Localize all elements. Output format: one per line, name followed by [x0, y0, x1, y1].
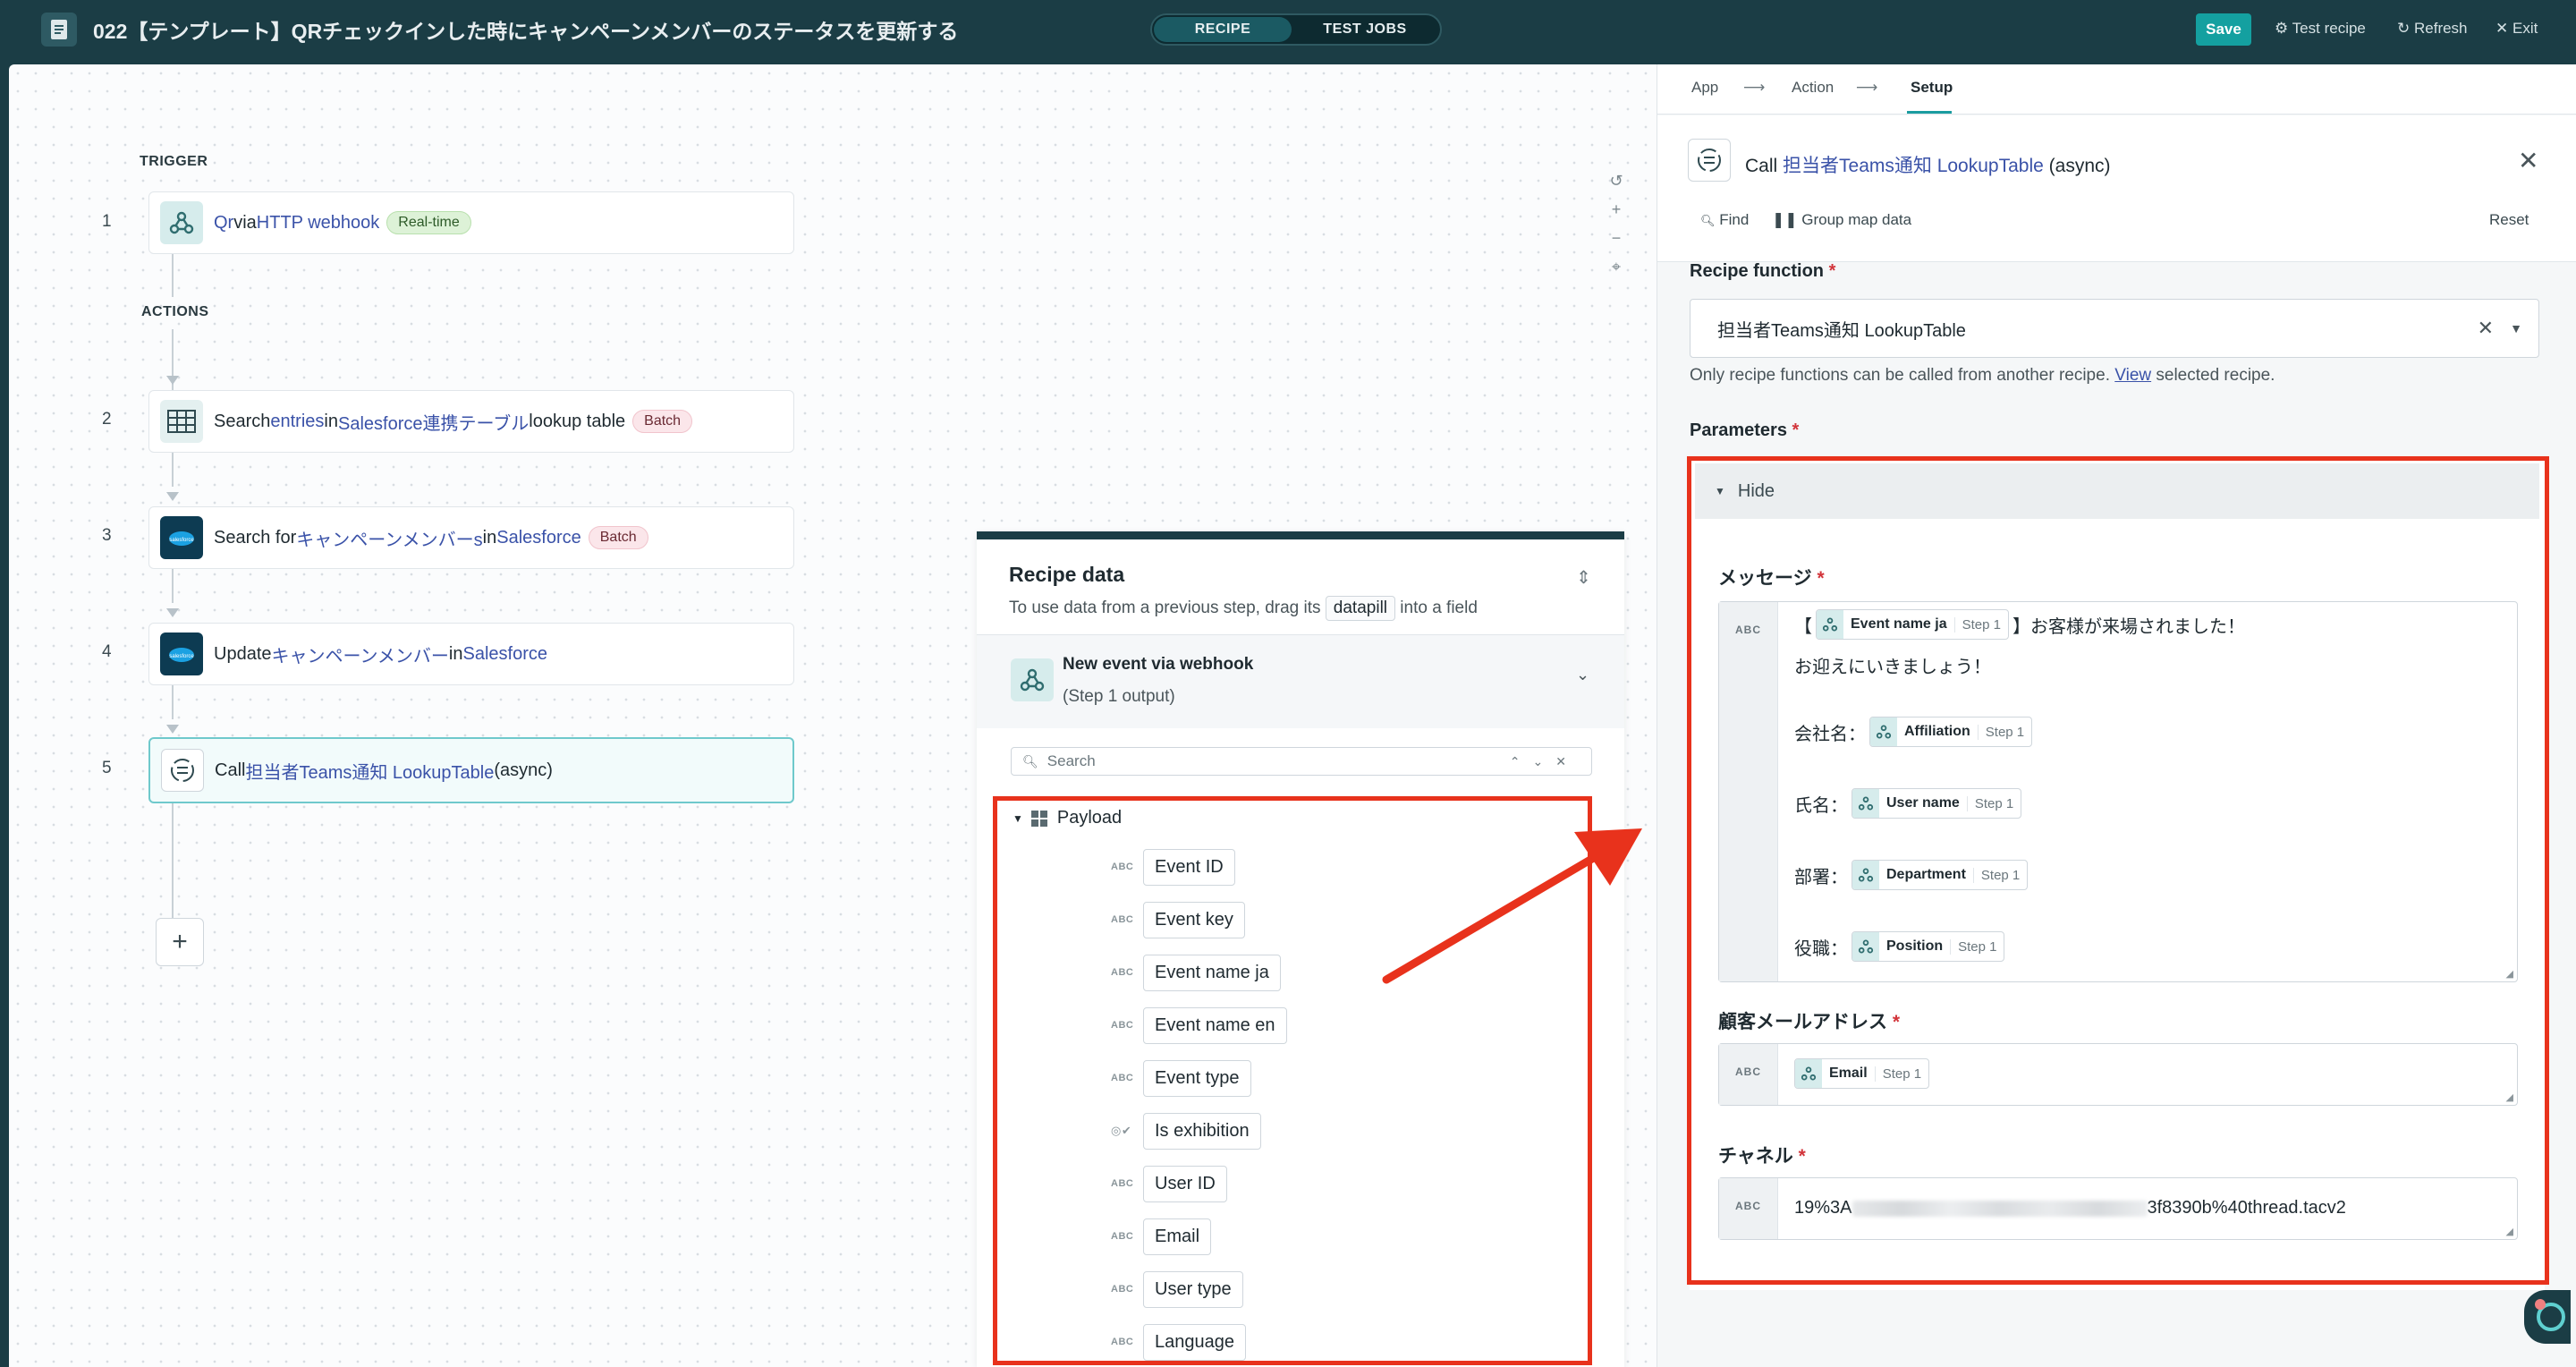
- assistant-launcher[interactable]: [2524, 1290, 2571, 1344]
- annotation-arrow: [1382, 828, 1642, 984]
